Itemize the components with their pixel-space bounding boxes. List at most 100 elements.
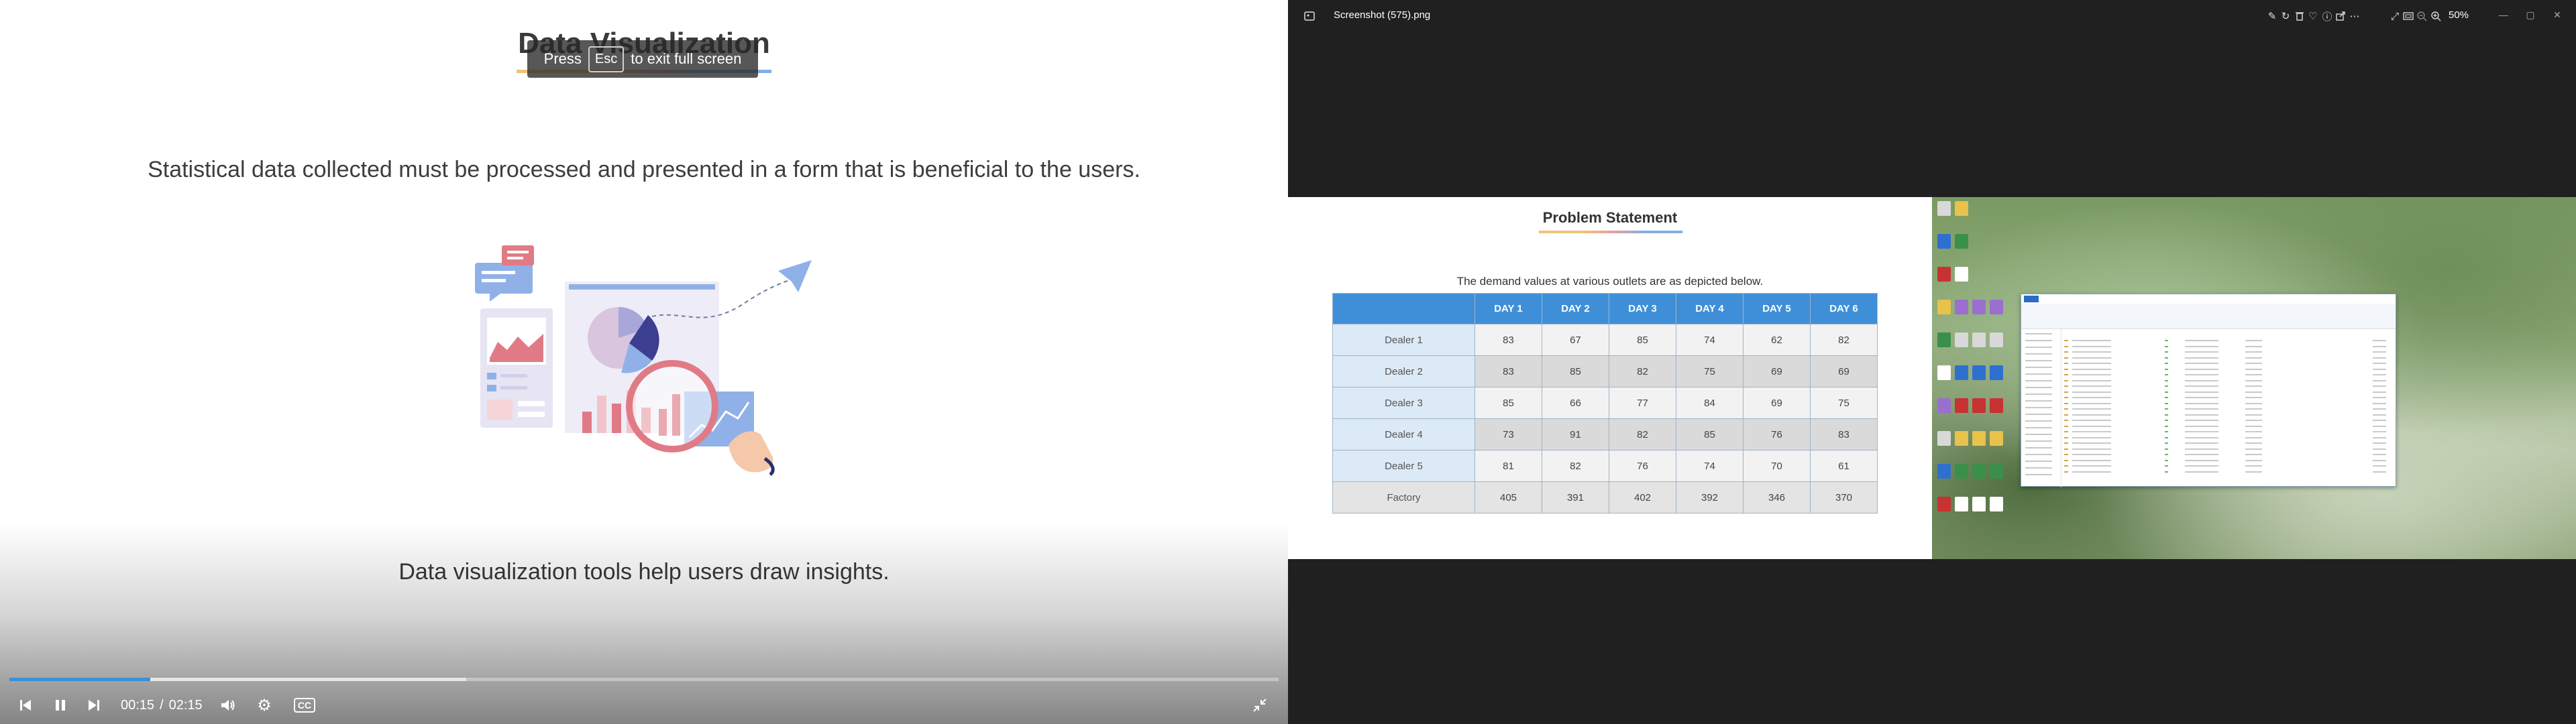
- file-row: [2064, 431, 2393, 432]
- minimize-icon[interactable]: —: [2496, 7, 2512, 23]
- table-cell: 405: [1474, 481, 1542, 514]
- nav-item: [2025, 360, 2052, 361]
- table-cell: 84: [1676, 387, 1743, 419]
- duration: 02:15: [168, 697, 203, 713]
- file-row: [2064, 363, 2393, 364]
- table-cell: 85: [1676, 418, 1743, 450]
- desktop-icon: [1955, 431, 1968, 446]
- row-label: Factory: [1332, 481, 1475, 514]
- table-cell: 69: [1743, 387, 1811, 419]
- table-cell: 75: [1676, 355, 1743, 387]
- player-controls: 00:15 / 02:15 ⚙ CC: [0, 690, 1288, 720]
- nav-item: [2025, 347, 2052, 348]
- video-player[interactable]: Data Visualization Press Esc to exit ful…: [0, 0, 1288, 724]
- file-row: [2064, 357, 2393, 359]
- file-row: [2064, 414, 2393, 416]
- desktop-icon: [1955, 300, 1968, 314]
- nav-item: [2025, 467, 2052, 469]
- exit-fullscreen-button[interactable]: [1248, 690, 1272, 720]
- desktop-icon: [1955, 267, 1968, 282]
- captured-file-explorer: [2021, 294, 2396, 487]
- table-cell: 62: [1743, 324, 1811, 356]
- nav-item: [2025, 380, 2052, 381]
- gear-icon: ⚙: [257, 696, 272, 715]
- table-cell: 66: [1542, 387, 1609, 419]
- desktop-icon: [1955, 234, 1968, 249]
- desktop-icon: [1955, 464, 1968, 479]
- table-cell: 82: [1810, 324, 1878, 356]
- table-cell: 83: [1810, 418, 1878, 450]
- data-visualization-illustration: [475, 245, 812, 476]
- file-row: [2064, 425, 2393, 427]
- file-row: [2064, 345, 2393, 347]
- chat-bubble-icon: [475, 263, 533, 294]
- displayed-image[interactable]: Problem Statement The demand values at v…: [1288, 197, 2576, 559]
- nav-item: [2025, 394, 2052, 395]
- file-row: [2064, 408, 2393, 410]
- table-cell: 82: [1542, 450, 1609, 482]
- table-row: Dealer 5 81 82 76 74 70 61: [1332, 450, 1878, 482]
- table-cell: 67: [1542, 324, 1609, 356]
- close-icon[interactable]: ✕: [2549, 7, 2565, 23]
- photos-app-icon: [1301, 8, 1318, 24]
- seek-bar[interactable]: [9, 678, 1279, 681]
- more-icon[interactable]: ⋯: [2347, 8, 2363, 24]
- next-button[interactable]: [82, 690, 106, 720]
- desktop-icon: [1955, 365, 1968, 380]
- zoom-in-icon[interactable]: [2428, 8, 2444, 24]
- captured-slide: Problem Statement The demand values at v…: [1288, 197, 1932, 559]
- file-row: [2064, 454, 2393, 455]
- previous-button[interactable]: [13, 690, 38, 720]
- column-header: DAY 2: [1542, 293, 1609, 324]
- file-row: [2064, 436, 2393, 438]
- desktop-icon: [1972, 300, 1986, 314]
- captured-desktop: [1932, 197, 2576, 559]
- maximize-icon[interactable]: ▢: [2522, 7, 2538, 23]
- toast-key: Esc: [588, 46, 625, 72]
- skip-next-icon: [89, 700, 99, 711]
- desktop-icon: [1990, 431, 2003, 446]
- pause-button[interactable]: [48, 690, 72, 720]
- table-cell: 73: [1474, 418, 1542, 450]
- slide-caption: Data visualization tools help users draw…: [398, 559, 890, 585]
- table-cell: 74: [1676, 324, 1743, 356]
- settings-button[interactable]: ⚙: [252, 690, 276, 720]
- problem-statement-underline: [1539, 231, 1682, 233]
- table-cell: 392: [1676, 481, 1743, 514]
- problem-statement-subtitle: The demand values at various outlets are…: [1456, 275, 1764, 288]
- volume-button[interactable]: [216, 690, 240, 720]
- explorer-navigation-pane: [2021, 329, 2061, 487]
- desktop-icon: [1990, 398, 2003, 413]
- column-header: DAY 5: [1743, 293, 1811, 324]
- nav-item: [2025, 420, 2052, 422]
- nav-item: [2025, 474, 2052, 475]
- desktop-icon: [1972, 464, 1986, 479]
- column-header: DAY 3: [1609, 293, 1676, 324]
- table-header-row: DAY 1 DAY 2 DAY 3 DAY 4 DAY 5 DAY 6: [1332, 293, 1878, 324]
- file-row: [2064, 442, 2393, 444]
- nav-item: [2025, 434, 2052, 435]
- nav-item: [2025, 461, 2052, 462]
- nav-item: [2025, 373, 2052, 375]
- table-corner-cell: [1332, 293, 1475, 324]
- file-row: [2064, 402, 2393, 404]
- nav-item: [2025, 353, 2052, 355]
- file-row: [2064, 379, 2393, 381]
- exit-fullscreen-icon: [1253, 699, 1267, 712]
- row-label: Dealer 5: [1332, 450, 1475, 482]
- slide-statement: Statistical data collected must be proce…: [148, 157, 1140, 182]
- table-cell: 77: [1609, 387, 1676, 419]
- desktop-icon: [1990, 464, 2003, 479]
- desktop-icon: [1955, 497, 1968, 511]
- table-cell: 370: [1810, 481, 1878, 514]
- note-bubble-icon: [502, 245, 534, 265]
- column-header: DAY 4: [1676, 293, 1743, 324]
- captions-button[interactable]: CC: [290, 690, 319, 720]
- nav-item: [2025, 333, 2052, 335]
- table-cell: 82: [1609, 418, 1676, 450]
- desktop-icon: [1937, 267, 1951, 282]
- desktop-icon: [1937, 464, 1951, 479]
- file-row: [2064, 340, 2393, 341]
- desktop-icon: [1990, 365, 2003, 380]
- file-row: [2064, 420, 2393, 421]
